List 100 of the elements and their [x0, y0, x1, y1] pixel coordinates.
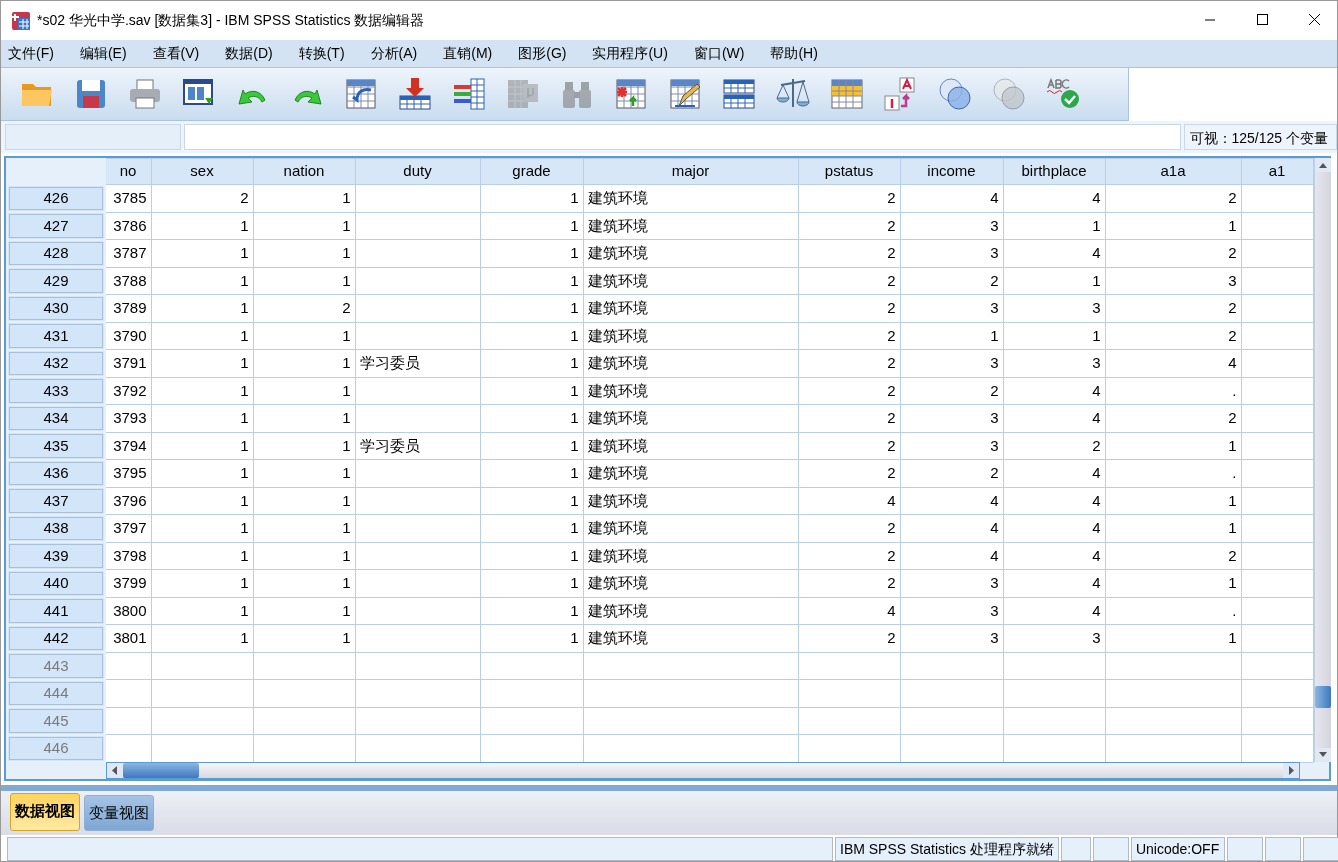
table-cell: 1 — [480, 597, 583, 625]
row-number[interactable]: 426 — [7, 184, 105, 213]
column-header[interactable]: no — [105, 158, 151, 185]
row-number[interactable]: 436 — [7, 459, 105, 488]
scroll-down-icon[interactable] — [1314, 748, 1331, 763]
table-cell: 1 — [1105, 432, 1241, 460]
menu-item[interactable]: 图形(G) — [511, 42, 579, 64]
table-cell: 3 — [1105, 267, 1241, 295]
table-cell: 1 — [253, 404, 355, 433]
table-cell: 学习委员 — [355, 349, 480, 378]
row-number[interactable]: 432 — [7, 349, 105, 378]
table-cell: 建筑环境 — [583, 184, 798, 213]
table-cell: 1 — [253, 349, 355, 378]
table-cell: 建筑环境 — [583, 487, 798, 515]
table-cell: 4 — [900, 514, 1003, 543]
column-header[interactable]: nation — [253, 158, 355, 185]
table-cell: 1 — [151, 404, 253, 433]
column-header[interactable]: duty — [355, 158, 480, 185]
table-cell: 2 — [1105, 239, 1241, 268]
table-cell: 1 — [151, 294, 253, 323]
column-header[interactable]: pstatus — [798, 158, 900, 185]
row-number[interactable]: 427 — [7, 212, 105, 240]
table-cell: 3 — [900, 349, 1003, 378]
menu-item[interactable]: 数据(D) — [218, 42, 285, 64]
overlapping-circles-icon[interactable] — [937, 76, 973, 112]
table-cell: 2 — [798, 542, 900, 570]
table-cell: 2 — [900, 377, 1003, 405]
table-cell: 3 — [900, 294, 1003, 323]
horizontal-scroll-thumb[interactable] — [123, 763, 199, 779]
column-header[interactable]: birthplace — [1003, 158, 1105, 185]
table-cell: 2 — [1105, 184, 1241, 213]
app-icon — [11, 11, 31, 32]
row-number[interactable]: 430 — [7, 294, 105, 323]
menu-item[interactable]: 编辑(E) — [72, 42, 139, 64]
row-number[interactable]: 431 — [7, 322, 105, 350]
column-header[interactable]: a1 — [1241, 158, 1313, 185]
split-table-icon[interactable] — [721, 76, 757, 112]
menu-item[interactable]: 帮助(H) — [763, 42, 830, 64]
colored-bars-icon[interactable] — [451, 76, 487, 112]
column-header[interactable]: major — [583, 158, 798, 185]
view-tab[interactable]: 数据视图 — [10, 793, 80, 831]
menu-item[interactable]: 查看(V) — [145, 42, 212, 64]
scroll-right-icon[interactable] — [1283, 763, 1299, 779]
row-number[interactable]: 440 — [7, 569, 105, 598]
printer-icon[interactable] — [127, 76, 163, 112]
menu-item[interactable]: 转换(T) — [291, 42, 357, 64]
table-cell: 建筑环境 — [583, 294, 798, 323]
row-number[interactable]: 428 — [7, 239, 105, 268]
table-cell: 2 — [1105, 322, 1241, 350]
table-arrow-icon[interactable] — [343, 76, 379, 112]
table-cell: 1 — [480, 322, 583, 350]
row-number[interactable]: 438 — [7, 514, 105, 543]
vertical-scroll-thumb[interactable] — [1314, 686, 1331, 709]
menu-item[interactable]: 文件(F) — [1, 42, 66, 64]
table-cell: 3 — [900, 569, 1003, 598]
row-number[interactable]: 439 — [7, 542, 105, 570]
cell-value-field[interactable] — [184, 124, 1181, 151]
table-cell: 2 — [798, 322, 900, 350]
status-panel — [1092, 837, 1129, 861]
row-number[interactable]: 429 — [7, 267, 105, 295]
table-cell: 1 — [151, 542, 253, 570]
table-cell: 1 — [151, 459, 253, 488]
row-number[interactable]: 435 — [7, 432, 105, 460]
column-header[interactable]: grade — [480, 158, 583, 185]
table-cell: 4 — [1003, 377, 1105, 405]
table-cell: 2 — [798, 432, 900, 460]
view-tab[interactable]: 变量视图 — [84, 794, 154, 831]
row-number[interactable]: 437 — [7, 487, 105, 515]
table-cell: 1 — [151, 432, 253, 460]
table-cell: 建筑环境 — [583, 597, 798, 625]
table-cell: 4 — [798, 597, 900, 625]
column-header[interactable]: a1a — [1105, 158, 1241, 185]
table-cell: 2 — [900, 267, 1003, 295]
row-number[interactable]: 442 — [7, 624, 105, 653]
row-number[interactable]: 433 — [7, 377, 105, 405]
table-cell: 3 — [900, 239, 1003, 268]
menu-item[interactable]: 直销(M) — [436, 42, 505, 64]
row-number[interactable]: 441 — [7, 597, 105, 625]
table-cell: 1 — [480, 487, 583, 515]
table-cell: 1 — [253, 184, 355, 213]
scroll-up-icon[interactable] — [1314, 158, 1331, 173]
column-header[interactable]: sex — [151, 158, 253, 185]
table-cell: 1 — [480, 404, 583, 433]
menu-item[interactable]: 窗口(W) — [686, 42, 757, 64]
table-star-icon[interactable] — [613, 76, 649, 112]
table-pencil-icon[interactable] — [667, 76, 703, 112]
menu-item[interactable]: 分析(A) — [363, 42, 430, 64]
highlighted-grid-icon[interactable] — [829, 76, 865, 112]
table-cell: 1 — [151, 514, 253, 543]
scroll-left-icon[interactable] — [107, 763, 123, 779]
menu-item[interactable]: 实用程序(U) — [585, 42, 680, 64]
table-cell: 1 — [900, 322, 1003, 350]
table-cell: 2 — [1003, 432, 1105, 460]
table-cell: 1 — [253, 432, 355, 460]
table-cell: 建筑环境 — [583, 459, 798, 488]
row-number[interactable]: 434 — [7, 404, 105, 433]
column-header[interactable]: income — [900, 158, 1003, 185]
table-cell: 1 — [151, 212, 253, 240]
table-cell: . — [1105, 597, 1241, 625]
table-down-arrow-icon[interactable] — [397, 76, 433, 112]
